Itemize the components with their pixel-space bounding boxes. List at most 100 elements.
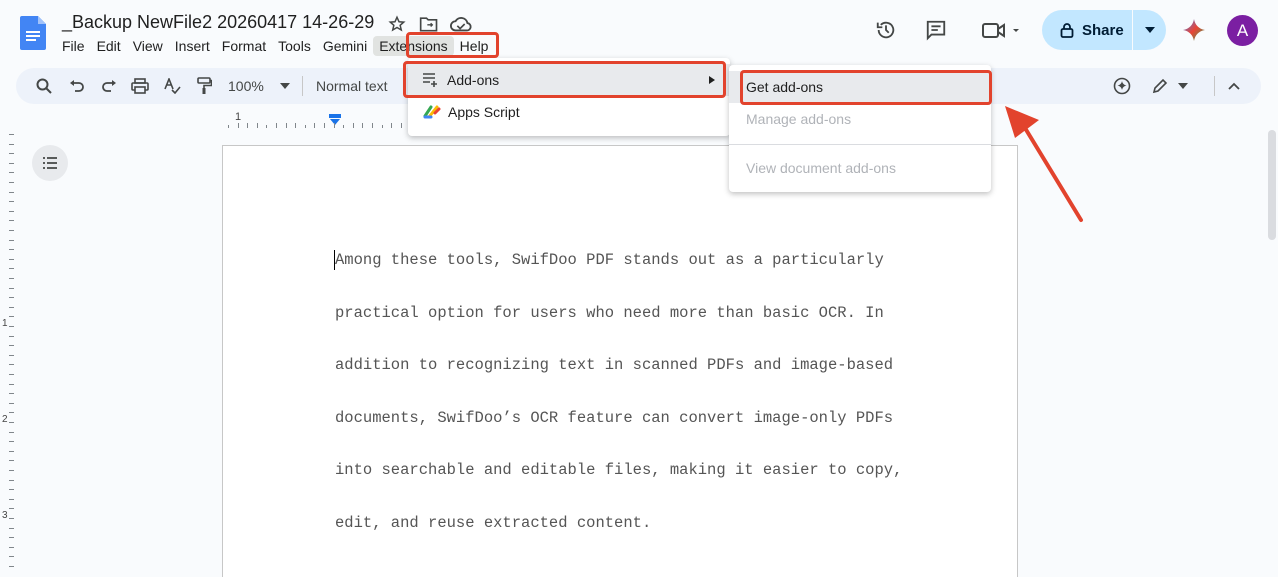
- add-ons-submenu: Get add-ons Manage add-ons View document…: [729, 65, 991, 192]
- ruler-tick: [276, 123, 277, 128]
- vertical-ruler[interactable]: 1 2 3: [0, 130, 16, 577]
- version-history-icon[interactable]: [868, 12, 904, 48]
- cloud-status-icon[interactable]: [450, 14, 472, 34]
- ruler-tick: [9, 134, 14, 135]
- menu-item-add-ons[interactable]: Add-ons: [408, 64, 730, 96]
- ruler-tick: [9, 172, 14, 174]
- text-cursor: [334, 250, 335, 270]
- ruler-tick: [9, 412, 14, 414]
- undo-icon[interactable]: [67, 76, 87, 96]
- meet-call-icon[interactable]: [976, 12, 1024, 48]
- chevron-down-icon: [1144, 27, 1155, 33]
- ruler-tick: [9, 518, 14, 519]
- menu-bar: File Edit View Insert Format Tools Gemin…: [56, 36, 494, 56]
- ruler-tick: [237, 123, 239, 128]
- ruler-tick: [9, 335, 14, 337]
- menu-item-apps-script[interactable]: Apps Script: [408, 96, 730, 128]
- menu-extensions[interactable]: Extensions: [373, 36, 454, 56]
- spelling-check-icon[interactable]: [162, 76, 182, 96]
- print-icon[interactable]: [130, 76, 150, 96]
- ruler-tick: [9, 268, 14, 270]
- indent-marker-icon[interactable]: [328, 114, 342, 126]
- pencil-icon: [1152, 78, 1168, 94]
- menu-view[interactable]: View: [127, 36, 169, 56]
- annotation-arrow-icon: [1005, 106, 1083, 222]
- gemini-assist-icon[interactable]: [1111, 76, 1133, 96]
- ruler-tick: [266, 125, 268, 128]
- toolbar-divider: [302, 76, 303, 96]
- redo-icon[interactable]: [99, 76, 119, 96]
- menu-gemini[interactable]: Gemini: [317, 36, 373, 56]
- ruler-tick: [372, 123, 373, 128]
- editing-mode-select[interactable]: [1152, 76, 1188, 96]
- text-line: Among these tools, SwifDoo PDF stands ou…: [335, 251, 884, 269]
- document-title[interactable]: _Backup NewFile2 20260417 14-26-29: [62, 12, 374, 33]
- menu-divider: [729, 144, 991, 145]
- ruler-tick: [9, 258, 14, 260]
- ruler-label: 3: [2, 510, 8, 521]
- paragraph-style-select[interactable]: Normal text: [316, 76, 396, 96]
- ruler-tick: [9, 297, 14, 299]
- ruler-tick: [9, 316, 14, 318]
- menu-item-get-add-ons[interactable]: Get add-ons: [729, 71, 991, 103]
- avatar[interactable]: A: [1227, 15, 1258, 46]
- ruler-tick: [9, 566, 14, 567]
- search-menus-icon[interactable]: [34, 76, 54, 96]
- menu-help[interactable]: Help: [454, 36, 495, 56]
- comments-icon[interactable]: [918, 12, 954, 48]
- docs-logo-icon[interactable]: [20, 16, 46, 50]
- hide-menus-chevron-up-icon[interactable]: [1224, 76, 1244, 96]
- ruler-tick: [9, 326, 14, 327]
- extensions-menu: Add-ons Apps Script: [408, 58, 730, 136]
- menu-file[interactable]: File: [56, 36, 91, 56]
- menu-item-label: Apps Script: [448, 104, 520, 120]
- text-line: practical option for users who need more…: [335, 303, 884, 322]
- share-dropdown-button[interactable]: [1133, 27, 1166, 33]
- ruler-tick: [400, 123, 402, 128]
- apps-script-icon: [423, 105, 441, 119]
- vertical-scrollbar[interactable]: [1268, 130, 1276, 240]
- ruler-tick: [9, 470, 14, 471]
- chevron-down-icon: [1178, 83, 1188, 89]
- ruler-tick: [9, 364, 14, 366]
- document-outline-button[interactable]: [32, 145, 68, 181]
- menu-tools[interactable]: Tools: [272, 36, 317, 56]
- ruler-label: 1: [2, 318, 8, 329]
- ruler-tick: [391, 123, 393, 128]
- menu-insert[interactable]: Insert: [169, 36, 216, 56]
- share-label: Share: [1082, 21, 1124, 39]
- menu-item-manage-add-ons: Manage add-ons: [746, 111, 852, 127]
- ruler-tick: [9, 230, 14, 231]
- paint-format-icon[interactable]: [194, 76, 214, 96]
- ruler-label: 2: [2, 414, 8, 425]
- ruler-tick: [9, 306, 14, 308]
- ruler-tick: [295, 123, 297, 128]
- zoom-value: 100%: [228, 78, 264, 94]
- move-folder-icon[interactable]: [418, 14, 440, 34]
- gemini-sparkle-icon[interactable]: [1176, 12, 1212, 48]
- lock-icon: [1060, 23, 1074, 38]
- zoom-select[interactable]: 100%: [228, 76, 290, 96]
- ruler-tick: [228, 125, 229, 128]
- ruler-tick: [9, 402, 14, 404]
- ruler-tick: [9, 143, 14, 145]
- text-line: into searchable and editable files, maki…: [335, 461, 903, 480]
- ruler-tick: [9, 239, 14, 241]
- document-body[interactable]: Among these tools, SwifDoo PDF stands ou…: [335, 244, 915, 560]
- ruler-tick: [9, 450, 14, 452]
- ruler-tick: [9, 345, 14, 347]
- ruler-tick: [314, 123, 316, 128]
- toolbar-divider: [1214, 76, 1215, 96]
- ruler-tick: [9, 546, 14, 548]
- ruler-tick: [9, 182, 14, 183]
- share-button[interactable]: Share: [1042, 22, 1132, 39]
- ruler-tick: [9, 441, 14, 443]
- ruler-tick: [9, 393, 14, 395]
- menu-format[interactable]: Format: [216, 36, 272, 56]
- ruler-tick: [9, 287, 14, 289]
- paragraph-style-value: Normal text: [316, 78, 388, 94]
- menu-edit[interactable]: Edit: [91, 36, 127, 56]
- menu-item-label: Add-ons: [447, 72, 500, 88]
- ruler-tick: [9, 537, 14, 539]
- star-icon[interactable]: [386, 14, 408, 34]
